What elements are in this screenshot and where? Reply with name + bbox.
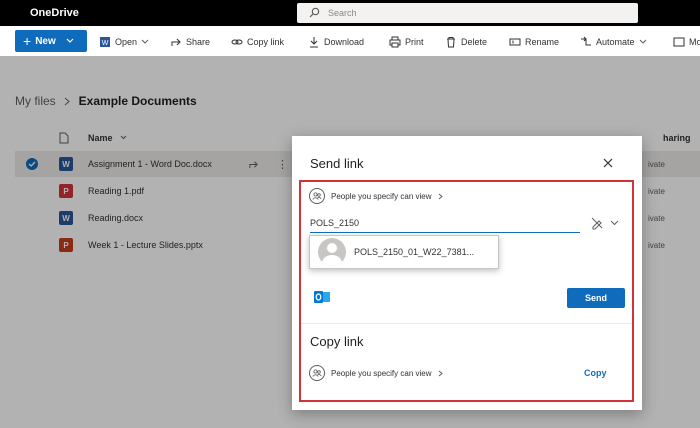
print-button[interactable]: Print [389,36,424,48]
command-bar: + New W Open Share Copy link Download Pr… [0,26,700,56]
close-icon[interactable] [601,156,615,170]
copy-permission-setting[interactable]: People you specify can view [309,365,443,381]
copy-permission-label: People you specify can view [331,368,432,378]
permission-setting[interactable]: People you specify can view [309,188,443,204]
send-button[interactable]: Send [567,288,625,308]
plus-icon: + [23,33,32,49]
app-title[interactable]: OneDrive [30,7,79,19]
copy-link-title: Copy link [310,334,364,349]
recipient-suggestion[interactable]: POLS_2150_01_W22_7381... [309,235,499,269]
word-open-icon: W [100,37,110,47]
send-link-dialog: Send link People you specify can view PO… [292,136,642,410]
chevron-down-icon [141,39,149,44]
chevron-down-icon[interactable] [610,220,619,226]
automate-icon [581,36,591,46]
chevron-right-icon [438,193,443,199]
search-placeholder: Search [328,8,357,18]
copy-link-button[interactable]: Copy link [231,36,284,48]
people-icon [309,188,325,204]
search-box[interactable]: Search [297,3,638,23]
automate-button[interactable]: Automate [580,36,647,48]
avatar [318,238,346,266]
more-icon [673,37,685,47]
outlook-icon[interactable] [314,290,330,304]
copy-button[interactable]: Copy [584,368,607,378]
suggestion-label: POLS_2150_01_W22_7381... [354,247,475,257]
download-icon [310,37,318,48]
rename-button[interactable]: Rename [509,36,559,48]
link-icon [231,39,243,45]
new-button[interactable]: + New [15,30,87,52]
people-icon [309,365,325,381]
share-button[interactable]: Share [170,36,210,48]
more-button[interactable]: Mo [673,36,700,48]
search-icon [309,7,320,18]
no-edit-pencil-icon[interactable] [590,216,604,230]
new-button-label: New [35,35,56,47]
chevron-down-icon [639,39,646,44]
print-icon [389,36,401,48]
chevron-right-icon [438,370,443,376]
recipient-input[interactable]: POLS_2150 [310,216,580,233]
open-button[interactable]: W Open [99,36,149,48]
rename-icon [509,38,521,46]
svg-text:W: W [102,40,109,47]
chevron-down-icon [66,38,74,43]
divider [301,323,632,324]
delete-button[interactable]: Delete [445,36,487,48]
permission-label: People you specify can view [331,191,432,201]
top-bar: OneDrive Search [0,0,700,26]
share-icon [171,38,181,46]
dialog-title: Send link [310,156,364,171]
download-button[interactable]: Download [308,36,364,48]
trash-icon [447,37,455,48]
